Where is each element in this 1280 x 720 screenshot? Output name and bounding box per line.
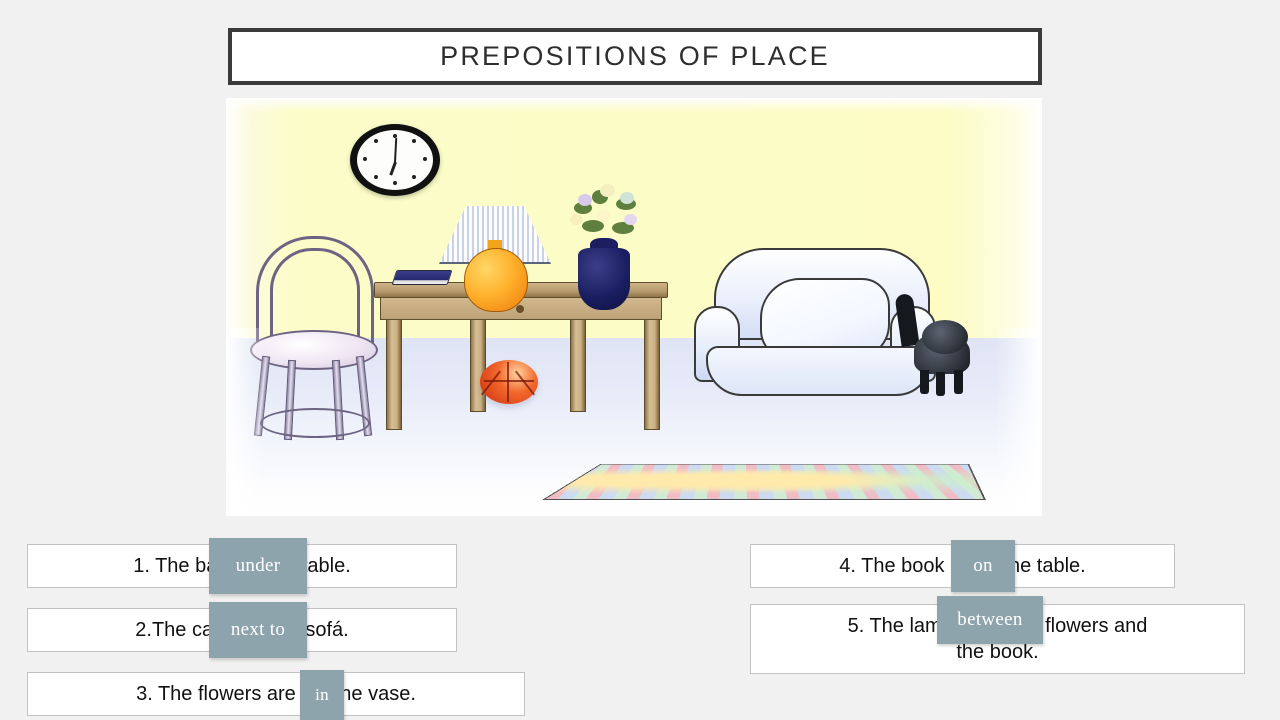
sentence-item-3[interactable]: 3. The flowers are _ _ the vase. — [27, 672, 525, 716]
clock-hour-hand — [389, 161, 397, 176]
lamp-base — [464, 248, 528, 312]
answer-chip-label-2: next to — [230, 619, 286, 640]
wall-clock-icon — [350, 124, 440, 196]
clock-face — [357, 130, 433, 190]
page-title: PREPOSITIONS OF PLACE — [440, 41, 830, 71]
living-room-illustration — [226, 98, 1042, 516]
flower-vase — [578, 248, 630, 310]
answer-chip-3[interactable]: in — [300, 670, 344, 720]
answer-chip-label-1: under — [235, 555, 281, 576]
sentence-text-5-line2: the book. — [956, 641, 1039, 663]
answer-chip-2[interactable]: next to — [209, 602, 307, 658]
sentence-text-3: 3. The flowers are _ _ the vase. — [136, 683, 416, 705]
answer-chip-label-5: between — [957, 609, 1023, 630]
answer-chip-1[interactable]: under — [209, 538, 307, 594]
scene-edge-fade — [226, 328, 1042, 516]
answer-chip-5[interactable]: between — [937, 596, 1043, 644]
blue-book — [391, 270, 453, 285]
answer-chip-label-3: in — [315, 685, 329, 704]
answer-chip-label-4: on — [973, 555, 993, 576]
answer-chip-4[interactable]: on — [951, 540, 1015, 592]
scene — [226, 98, 1042, 516]
clock-minute-hand — [394, 137, 398, 163]
page-title-box: PREPOSITIONS OF PLACE — [228, 28, 1042, 85]
wall-top-fade — [226, 98, 1042, 112]
drawer-knob — [516, 305, 524, 313]
